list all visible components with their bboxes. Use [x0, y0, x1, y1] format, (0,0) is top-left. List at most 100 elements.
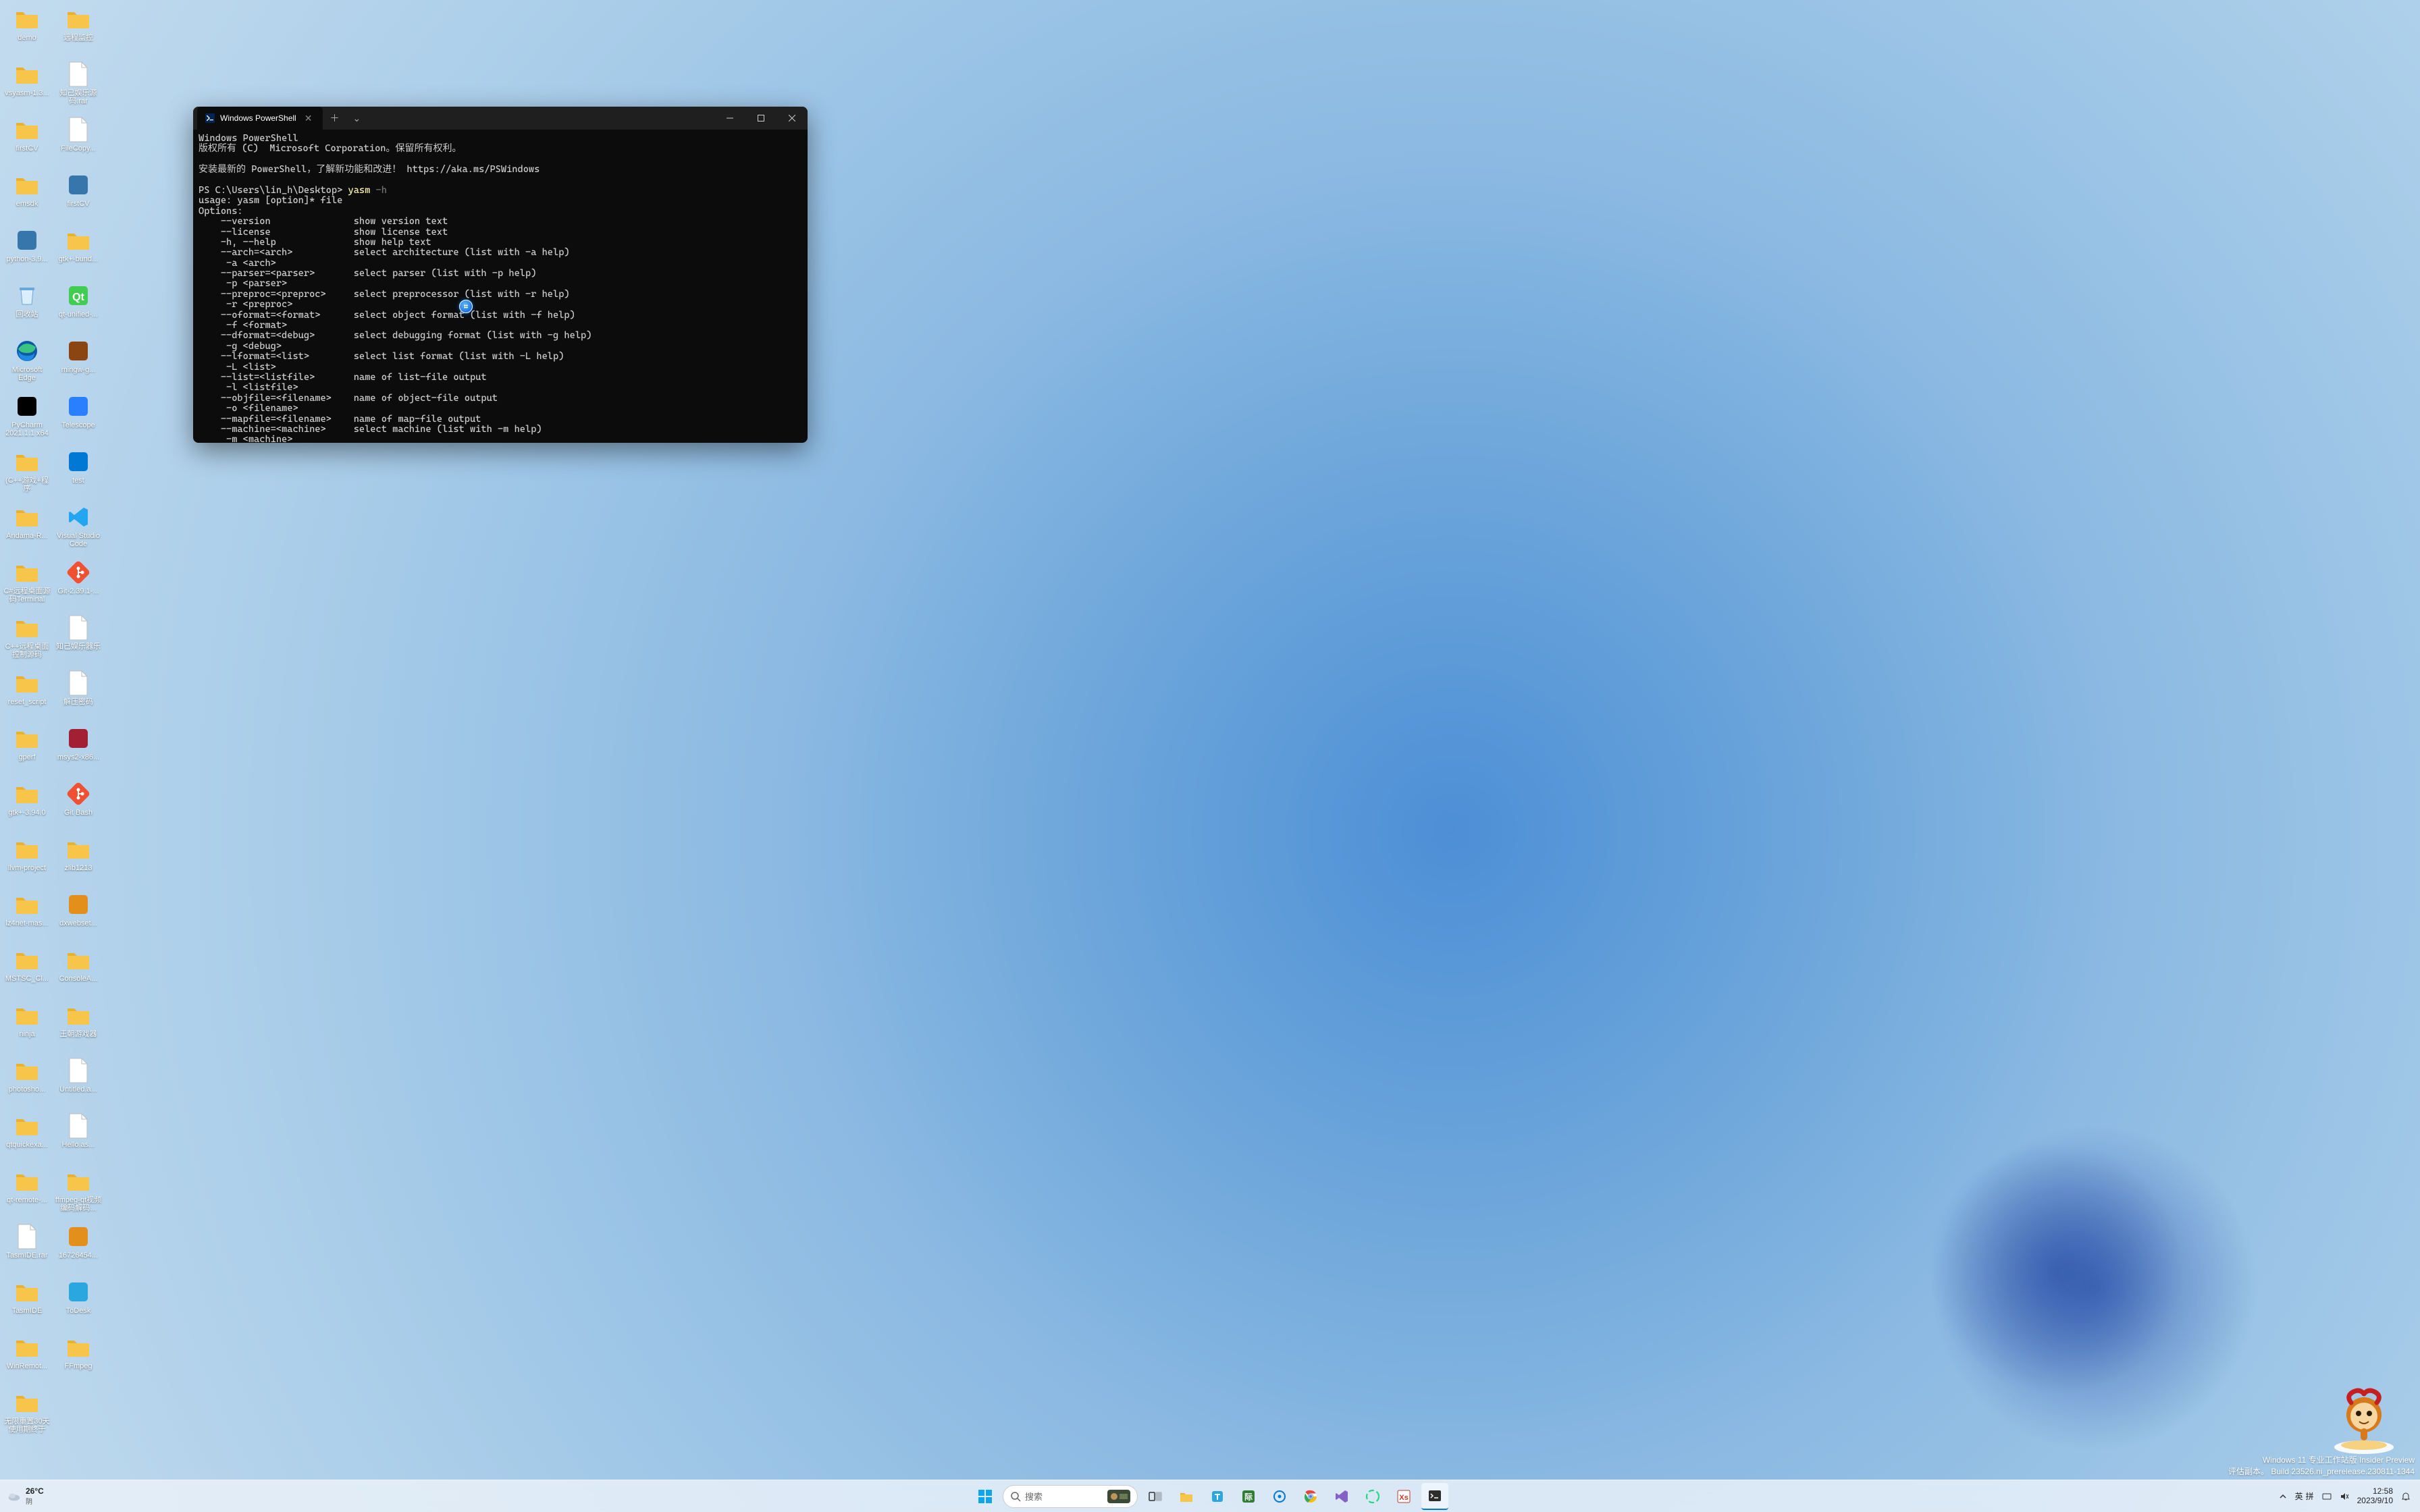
desktop-icon[interactable]: demo	[1, 3, 53, 58]
desktop-icon[interactable]: llvm-project	[1, 833, 53, 888]
desktop-icon[interactable]: Andama-R...	[1, 501, 53, 556]
edge-icon	[14, 338, 41, 364]
desktop-icon-label: Telescope	[61, 421, 95, 429]
terminal-tab[interactable]: Windows PowerShell ✕	[197, 107, 323, 130]
desktop-icon[interactable]: ninja	[1, 999, 53, 1054]
clock-time: 12:58	[2357, 1487, 2393, 1496]
desktop-icon[interactable]: qtquickexa...	[1, 1110, 53, 1165]
desktop-icon[interactable]: 知己娱乐器乐	[53, 612, 104, 667]
desktop-icon[interactable]: mingw-g...	[53, 335, 104, 390]
folder-icon	[14, 1057, 41, 1084]
desktop-icon[interactable]: 回收站	[1, 279, 53, 335]
pinned-visualstudio[interactable]	[1328, 1483, 1355, 1510]
desktop-icon[interactable]: C++远程桌面控制源码	[1, 612, 53, 667]
new-tab-button[interactable]: ＋	[323, 111, 346, 125]
desktop-icon[interactable]: 知己娱乐源码.rar	[53, 58, 104, 113]
desktop-icon[interactable]: msys2-x86...	[53, 722, 104, 778]
desktop-icon[interactable]: lz4net-mas...	[1, 888, 53, 944]
desktop-icon[interactable]: Microsoft Edge	[1, 335, 53, 390]
desktop-icon[interactable]: firstCV	[53, 169, 104, 224]
desktop-icon[interactable]: Untitled.a...	[53, 1054, 104, 1110]
tray-chevron[interactable]	[2275, 1483, 2291, 1510]
desktop-icon[interactable]: 远程监控	[53, 3, 104, 58]
desktop-icon[interactable]: reset_script	[1, 667, 53, 722]
desktop-icon[interactable]: WinRemot...	[1, 1331, 53, 1386]
desktop-icon-label: PyCharm 2021.1.1 x64	[3, 421, 51, 437]
folder-icon	[14, 891, 41, 918]
desktop-icon[interactable]: 解压密码	[53, 667, 104, 722]
desktop-mascot	[2327, 1381, 2401, 1455]
desktop-icon[interactable]: zlib1213	[53, 833, 104, 888]
desktop-icon[interactable]: (C++游戏+程序	[1, 446, 53, 501]
pinned-settings[interactable]	[1266, 1483, 1293, 1510]
tray-network[interactable]	[2318, 1483, 2336, 1510]
pinned-terminal[interactable]	[1421, 1483, 1448, 1510]
terminal-titlebar[interactable]: Windows PowerShell ✕ ＋ ⌄	[193, 107, 808, 130]
desktop-icon[interactable]: dxwebset...	[53, 888, 104, 944]
desktop-icon[interactable]: ConsoleA...	[53, 944, 104, 999]
pinned-xshell[interactable]: Xs	[1390, 1483, 1417, 1510]
folder-icon	[14, 559, 41, 586]
desktop-icon[interactable]: Git-2.39.1-...	[53, 556, 104, 612]
taskbar-clock[interactable]: 12:58 2023/9/10	[2353, 1487, 2397, 1506]
pinned-chrome[interactable]	[1297, 1483, 1324, 1510]
desktop-icon-label: vsyasm-1.3...	[5, 89, 49, 97]
desktop-icon[interactable]: 王朝游戏器	[53, 999, 104, 1054]
desktop-icon[interactable]: FileCopy...	[53, 113, 104, 169]
desktop-icon[interactable]: C#远程桌面源码Terminal	[1, 556, 53, 612]
tab-close-button[interactable]: ✕	[302, 113, 315, 124]
window-maximize-button[interactable]	[745, 107, 777, 130]
folder-icon	[14, 5, 41, 32]
desktop-icon[interactable]: qt-remote-...	[1, 1165, 53, 1220]
taskview-button[interactable]	[1142, 1483, 1169, 1510]
desktop-icon-label: Git-2.39.1-...	[57, 587, 99, 595]
desktop-icon[interactable]: 无限重置30天使用期终于	[1, 1386, 53, 1442]
desktop-icon[interactable]: ffmpeg-qt视频编码解码...	[53, 1165, 104, 1220]
desktop-icon[interactable]: ToDesk	[53, 1276, 104, 1331]
svg-text:际: 际	[1244, 1492, 1253, 1502]
taskbar: 26°C 阴 搜索 际 Xs 英 拼 12:58	[0, 1480, 2420, 1512]
pinned-todesk[interactable]	[1204, 1483, 1231, 1510]
desktop-icon[interactable]: Hello.as...	[53, 1110, 104, 1165]
desktop-icon-label: C#远程桌面源码Terminal	[3, 587, 51, 603]
taskbar-weather[interactable]: 26°C 阴	[0, 1486, 44, 1506]
desktop-icon[interactable]: TasmIDE.rar	[1, 1220, 53, 1276]
desktop-icon[interactable]: emsdk	[1, 169, 53, 224]
desktop-icon[interactable]: PyCharm 2021.1.1 x64	[1, 390, 53, 446]
folder-icon	[14, 1278, 41, 1305]
desktop-icon[interactable]: firstCV	[1, 113, 53, 169]
weather-desc: 阴	[26, 1496, 44, 1506]
desktop-icon[interactable]: MSTSC_Cl...	[1, 944, 53, 999]
desktop-icon[interactable]: Git Bash	[53, 778, 104, 833]
desktop-icon-label: gperf	[18, 753, 35, 761]
desktop-icon[interactable]: Telescope	[53, 390, 104, 446]
desktop-icon[interactable]: vsyasm-1.3...	[1, 58, 53, 113]
file-icon	[65, 614, 92, 641]
desktop-icon[interactable]: test	[53, 446, 104, 501]
tray-ime[interactable]: 英 拼	[2291, 1483, 2318, 1510]
window-minimize-button[interactable]	[714, 107, 745, 130]
tray-notifications[interactable]	[2397, 1483, 2415, 1510]
tray-volume[interactable]	[2336, 1483, 2353, 1510]
desktop-icon[interactable]: gperf	[1, 722, 53, 778]
pinned-explorer[interactable]	[1173, 1483, 1200, 1510]
desktop-icon[interactable]: Visual Studio Code	[53, 501, 104, 556]
desktop-icon[interactable]: Qtqt-unified-...	[53, 279, 104, 335]
desktop-icon[interactable]: photosho...	[1, 1054, 53, 1110]
taskbar-search[interactable]: 搜索	[1003, 1485, 1138, 1508]
pinned-app-green[interactable]: 际	[1235, 1483, 1262, 1510]
desktop-icon-label: msys2-x86...	[57, 753, 99, 761]
terminal-body[interactable]: Windows PowerShell 版权所有 (C) Microsoft Co…	[193, 130, 808, 443]
desktop-icon[interactable]: python-3.9...	[1, 224, 53, 279]
tab-dropdown-button[interactable]: ⌄	[346, 113, 367, 124]
desktop-icon[interactable]: gtk+-bund...	[53, 224, 104, 279]
assistant-orb-icon[interactable]	[459, 300, 473, 313]
desktop-icon[interactable]: TasmIDE	[1, 1276, 53, 1331]
window-close-button[interactable]	[777, 107, 808, 130]
pinned-pycharm[interactable]	[1359, 1483, 1386, 1510]
desktop-icon[interactable]: FFmpeg	[53, 1331, 104, 1386]
desktop-icon[interactable]: gtk+-3.94.0	[1, 778, 53, 833]
desktop-icon[interactable]: 16726454...	[53, 1220, 104, 1276]
start-button[interactable]	[972, 1483, 999, 1510]
desktop-icon-label: qt-unified-...	[59, 310, 98, 319]
